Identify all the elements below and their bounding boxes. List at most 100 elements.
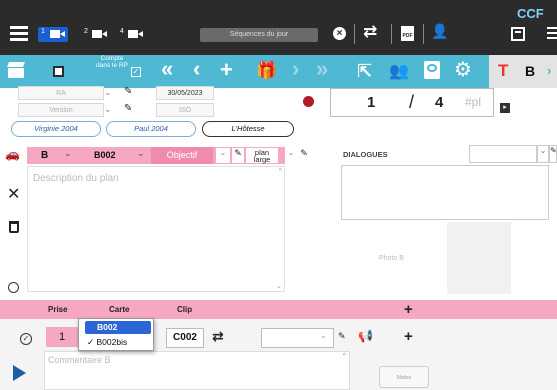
- plan-counter: 1 / 4 #pl: [330, 88, 494, 117]
- chevron-down-icon[interactable]: ⌄: [64, 148, 72, 159]
- prise-number[interactable]: 1: [46, 327, 78, 347]
- divider: [423, 24, 424, 44]
- prise-header: Prise: [48, 305, 68, 314]
- video-camera-icon: [128, 30, 138, 38]
- clip-header: Clip: [177, 305, 193, 314]
- dialogues-label: DIALOGUES: [343, 150, 388, 159]
- plan-current[interactable]: 1: [367, 94, 375, 111]
- character-pill-hotesse[interactable]: L'Hôtesse: [202, 121, 294, 137]
- iso-field[interactable]: ISO: [156, 103, 214, 117]
- scroll-up-icon[interactable]: ^: [279, 168, 282, 175]
- edit-pen-icon[interactable]: ✎: [338, 331, 346, 342]
- edit-pen-icon[interactable]: ✎: [124, 86, 132, 97]
- compte-checkbox-icon[interactable]: ✓: [131, 67, 141, 77]
- chevron-down-icon[interactable]: ⌄: [320, 331, 327, 340]
- chevron-down-icon[interactable]: ⌄: [285, 148, 297, 163]
- settings-gear-icon[interactable]: ⚙: [454, 60, 472, 80]
- comment-textarea[interactable]: Commentaire B ^: [44, 351, 350, 390]
- group-icon[interactable]: 👥: [389, 62, 409, 82]
- refresh-icon[interactable]: [8, 282, 19, 293]
- chevron-down-icon[interactable]: ⌄: [104, 87, 112, 98]
- carte-header: Carte: [109, 305, 130, 314]
- field-version[interactable]: Version: [18, 103, 104, 117]
- clipboard-icon[interactable]: [424, 61, 440, 79]
- add-prise-icon[interactable]: +: [404, 301, 413, 318]
- scroll-down-icon[interactable]: ⌄: [276, 282, 282, 290]
- character-pill-paul[interactable]: Paul 2004: [106, 121, 196, 137]
- first-plan-icon[interactable]: «: [161, 58, 173, 80]
- text-color-icon[interactable]: T: [498, 61, 508, 81]
- previous-plan-icon[interactable]: ‹: [193, 58, 200, 80]
- car-icon[interactable]: 🚗: [5, 147, 20, 161]
- plan-header-row: B ⌄ B002 ⌄ Objectif ⌄ ✎ plan large: [27, 147, 285, 164]
- dialogue-selector[interactable]: [469, 145, 537, 163]
- record-indicator-dot: [303, 96, 314, 107]
- swap-clip-icon[interactable]: ⇄: [212, 328, 224, 345]
- hamburger-menu-icon[interactable]: [10, 26, 28, 41]
- edit-pen-icon[interactable]: ✎: [232, 148, 244, 163]
- swap-arrows-icon[interactable]: ⇄: [363, 22, 377, 42]
- video-camera-icon: [92, 30, 102, 38]
- more-format-icon[interactable]: ›: [547, 63, 551, 78]
- objectif-field[interactable]: Objectif: [151, 147, 213, 164]
- plan-unit: #pl: [465, 95, 482, 109]
- prise-header-row: Prise Carte Clip +: [0, 300, 557, 319]
- edit-pen-icon[interactable]: ✎: [124, 103, 132, 114]
- chevron-down-icon[interactable]: ⌄: [137, 148, 145, 159]
- top-bar: 1 2 4 Séquences du jour × ⇄ PDF 👤 CCF: [0, 0, 557, 55]
- delete-x-icon[interactable]: ✕: [7, 184, 20, 204]
- dropdown-option-b002bis[interactable]: ✓ B002bis: [85, 336, 151, 349]
- compte-dans-rp-label: Compte dans le RP: [96, 55, 128, 69]
- notes-button[interactable]: Notes: [379, 366, 429, 388]
- date-field[interactable]: 30/05/2023: [156, 86, 214, 100]
- field-ra[interactable]: RA: [18, 86, 104, 100]
- clear-icon[interactable]: ×: [333, 27, 346, 40]
- scroll-up-icon[interactable]: ^: [343, 353, 346, 360]
- last-plan-icon[interactable]: »: [316, 58, 328, 80]
- calculator-icon[interactable]: [511, 27, 525, 41]
- clip-field[interactable]: C002: [166, 328, 204, 348]
- camera-1-button[interactable]: 1: [38, 27, 68, 42]
- dropdown-option-b002[interactable]: B002: [85, 321, 151, 334]
- export-icon[interactable]: ⇱: [357, 61, 372, 81]
- video-camera-icon: [50, 30, 60, 38]
- validate-check-icon[interactable]: ✓: [20, 333, 32, 345]
- photo-label: Photo B: [379, 255, 404, 262]
- add-plan-icon[interactable]: +: [220, 59, 233, 81]
- photo-box[interactable]: [447, 222, 511, 294]
- more-menu-icon[interactable]: [547, 27, 557, 39]
- checkbox-all-icon[interactable]: [53, 66, 64, 77]
- next-plan-icon[interactable]: ›: [292, 58, 299, 80]
- bold-icon[interactable]: B: [525, 63, 535, 79]
- description-placeholder: Description du plan: [33, 173, 119, 184]
- chevron-down-icon[interactable]: ⌄: [537, 145, 549, 163]
- pdf-icon[interactable]: PDF: [401, 26, 414, 41]
- plan-letter[interactable]: B: [41, 150, 48, 161]
- counter-menu-icon[interactable]: ▸: [500, 103, 510, 113]
- play-icon[interactable]: [13, 365, 26, 381]
- dialogues-textarea[interactable]: [341, 165, 549, 220]
- add-note-icon[interactable]: +: [404, 328, 413, 345]
- sequence-selector[interactable]: Séquences du jour: [200, 28, 318, 42]
- description-textarea[interactable]: Description du plan ^ ⌄: [27, 166, 285, 292]
- edit-pen-icon[interactable]: ✎: [549, 145, 557, 163]
- trash-icon[interactable]: [9, 221, 19, 233]
- chevron-down-icon[interactable]: ⌄: [216, 148, 230, 163]
- edit-pen-icon[interactable]: ✎: [298, 148, 310, 163]
- clapper-board-icon[interactable]: [7, 62, 25, 78]
- gift-icon[interactable]: 🎁: [256, 61, 277, 81]
- camera-2-button[interactable]: 2: [84, 27, 112, 42]
- user-settings-icon[interactable]: 👤: [431, 23, 448, 40]
- option-label: B002bis: [96, 337, 128, 347]
- megaphone-icon[interactable]: 📢: [358, 329, 373, 343]
- option-label: B002: [97, 322, 118, 332]
- plan-code[interactable]: B002: [94, 150, 116, 160]
- carte-dropdown: B002 ✓ B002bis: [78, 318, 154, 351]
- chevron-down-icon[interactable]: ⌄: [104, 104, 112, 115]
- divider: [391, 24, 392, 44]
- camera-4-button[interactable]: 4: [120, 27, 148, 42]
- plan-type-field[interactable]: plan large: [246, 148, 278, 163]
- character-pill-virginie[interactable]: Virginie 2004: [11, 121, 101, 137]
- text-format-panel: T B ›: [489, 55, 557, 88]
- compte-dans-rp-button[interactable]: Compte dans le RP: [96, 55, 128, 69]
